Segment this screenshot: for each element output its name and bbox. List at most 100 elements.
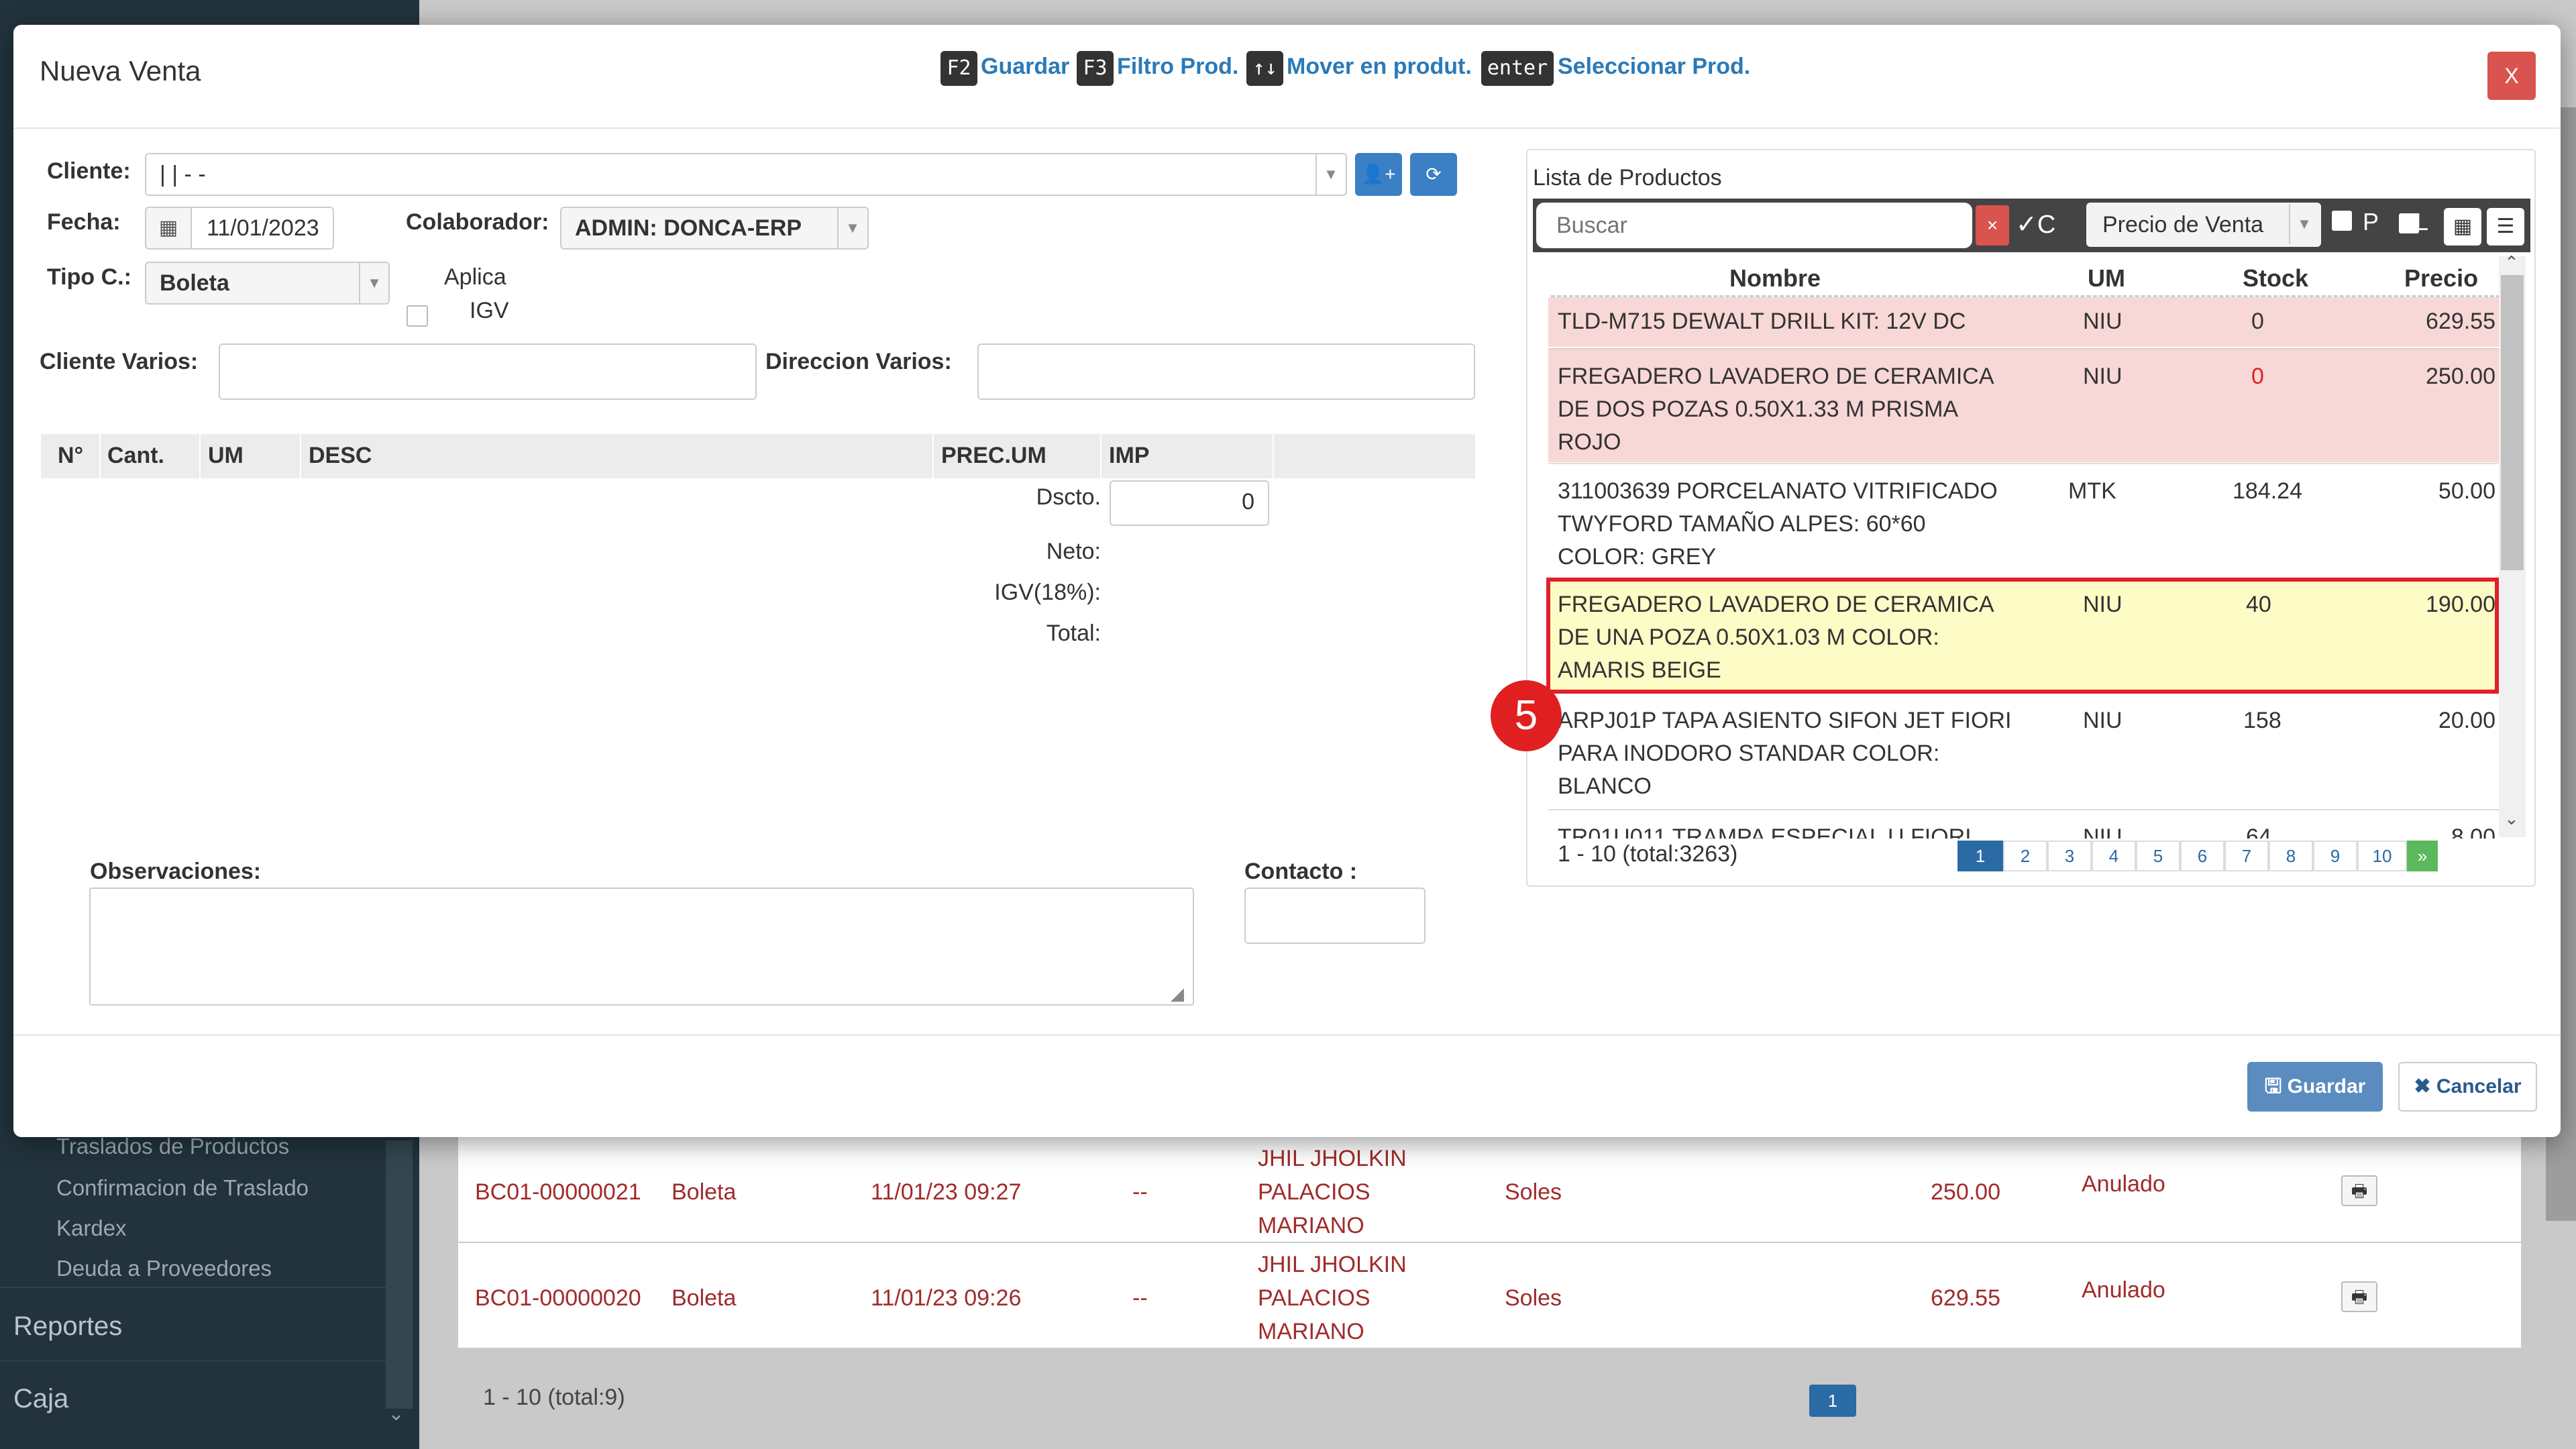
print-button[interactable]: 🖶 [2341,1175,2377,1206]
page-button-9[interactable]: 9 [2313,841,2357,871]
cliente-varios-input[interactable] [219,343,757,400]
page-button-5[interactable]: 5 [2136,841,2180,871]
product-stock: 158 [2243,708,2282,733]
page-button-10[interactable]: 10 [2357,841,2407,871]
page-button-2[interactable]: 2 [2003,841,2047,871]
fecha-label: Fecha: [47,209,121,235]
client-name-line: MARIANO [1258,1319,1364,1344]
client-name-line: PALACIOS [1258,1179,1371,1205]
product-list-title: Lista de Productos [1533,165,1722,191]
scrollbar-thumb[interactable] [2501,275,2524,570]
sidebar-item-traslados[interactable]: Traslados de Productos [56,1134,289,1159]
table-row[interactable]: BC01-00000021 Boleta 11/01/23 09:27 -- J… [458,1137,2521,1243]
cancel-button[interactable]: ✖ Cancelar [2398,1062,2537,1112]
doc-number[interactable]: BC01-00000021 [475,1175,641,1209]
clear-search-button[interactable]: × [1976,205,2009,246]
col-header-numero: N° [58,443,84,468]
table-row[interactable]: BC01-00000020 Boleta 11/01/23 09:26 -- J… [458,1243,2521,1349]
pagination-summary: 1 - 10 (total:9) [483,1385,625,1410]
shortcut-key-enter: enter [1481,51,1554,86]
product-search-input[interactable] [1536,203,1972,248]
sidebar-item-confirmacion[interactable]: Confirmacion de Traslado [56,1175,309,1201]
resize-handle-icon[interactable]: ◢ [1171,983,1184,1004]
refresh-button[interactable]: ⟳ [1410,153,1457,196]
shortcut-label-guardar: Guardar [981,54,1070,79]
page-button-1[interactable]: 1 [1809,1385,1856,1417]
product-row[interactable]: TLD-M715 DEWALT DRILL KIT: 12V DC NIU 0 … [1548,297,2501,347]
sidebar-item-deuda[interactable]: Deuda a Proveedores [56,1256,272,1281]
doc-number[interactable]: BC01-00000020 [475,1281,641,1315]
contacto-label: Contacto : [1244,859,1358,884]
product-row[interactable]: TR01U011 TRAMPA ESPECIAL U FIORI NIU 64 … [1548,809,2501,839]
option-p-label: P [2363,208,2379,235]
sidebar-item-kardex[interactable]: Kardex [56,1216,127,1241]
igv-checkbox[interactable] [407,305,428,327]
col-header-imp: IMP [1109,443,1150,468]
save-button[interactable]: 🖫 Guardar [2247,1062,2383,1112]
product-row[interactable]: FREGADERO LAVADERO DE CERAMICA DE DOS PO… [1548,348,2501,462]
sidebar-scrollbar[interactable] [386,1140,413,1409]
fecha-input[interactable]: 11/01/2023 [191,207,334,250]
option-p-checkbox[interactable] [2332,211,2352,231]
direccion-varios-input[interactable] [977,343,1475,400]
contacto-input[interactable] [1244,888,1426,944]
chevron-up-icon[interactable]: ⌃ [2504,252,2519,273]
sidebar-section-reportes[interactable]: Reportes [13,1311,122,1342]
shortcut-label-filtro: Filtro Prod. [1117,54,1239,79]
print-button[interactable]: 🖶 [2341,1281,2377,1312]
shortcut-key-arrows: ↑↓ [1246,51,1283,86]
product-name-line: DE DOS POZAS 0.50X1.33 M PRISMA [1558,396,1959,422]
next-page-button[interactable]: » [2407,841,2438,871]
observaciones-textarea[interactable] [89,888,1194,1006]
page-button-7[interactable]: 7 [2224,841,2269,871]
product-um: NIU [2083,309,2123,334]
product-name-line: PARA INODORO STANDAR COLOR: [1558,741,1940,766]
page-button-1[interactable]: 1 [1957,841,2003,871]
product-price: 250.00 [2426,364,2496,389]
page-button-3[interactable]: 3 [2047,841,2092,871]
product-um: NIU [2083,708,2123,733]
aplica-label: Aplica [444,264,506,290]
col-header-nombre: Nombre [1729,264,1821,292]
col-header-um: UM [208,443,244,468]
page-button-8[interactable]: 8 [2269,841,2313,871]
colaborador-label: Colaborador: [406,209,549,235]
sidebar-section-caja[interactable]: Caja [13,1384,68,1414]
price-type-select[interactable]: Precio de Venta [2086,203,2321,247]
add-user-button[interactable]: 👤+ [1355,153,1402,196]
column-divider [932,434,934,478]
total-amount: 250.00 [1931,1179,2000,1205]
product-row[interactable]: 311003639 PORCELANATO VITRIFICADO TWYFOR… [1548,463,2501,577]
currency: Soles [1505,1285,1562,1311]
chevron-down-icon[interactable]: ▼ [2289,204,2318,244]
chevron-down-icon[interactable]: ⌄ [2504,808,2519,829]
product-price: 629.55 [2426,309,2496,334]
modal-footer-divider [13,1034,2561,1036]
close-button[interactable]: X [2487,52,2536,100]
colaborador-select[interactable]: ADMIN: DONCA-ERP [560,207,869,250]
page-button-6[interactable]: 6 [2180,841,2224,871]
list-view-icon[interactable]: ☰ [2487,208,2524,246]
calendar-icon[interactable]: ▦ [145,207,192,250]
grid-view-icon[interactable]: ▦ [2444,208,2481,246]
modal-header-divider [13,127,2561,129]
filter-c-checkbox[interactable]: ✓C [2016,209,2055,239]
modal-title: Nueva Venta [40,55,201,87]
product-name-line: TWYFORD TAMAÑO ALPES: 60*60 [1558,511,1926,537]
total-label: Total: [1046,621,1101,646]
selected-row-highlight [1546,578,2499,694]
page-button-4[interactable]: 4 [2092,841,2136,871]
product-um: MTK [2068,478,2116,504]
dscto-input[interactable]: 0 [1110,480,1269,526]
doc-dash: -- [1132,1179,1148,1205]
chevron-down-icon[interactable]: ▼ [359,263,388,303]
product-name-line: BLANCO [1558,773,1652,799]
chevron-down-icon[interactable]: ▼ [837,208,867,248]
product-row[interactable]: ARPJ01P TAPA ASIENTO SIFON JET FIORI PAR… [1548,694,2501,808]
client-name-line: PALACIOS [1258,1285,1371,1311]
product-price: 20.00 [2438,708,2496,733]
save-icon: 🖫 [2264,1075,2288,1097]
cliente-select[interactable]: | | - - [145,153,1347,196]
tipo-select[interactable]: Boleta [145,262,390,305]
chevron-down-icon[interactable]: ▼ [1316,154,1345,195]
